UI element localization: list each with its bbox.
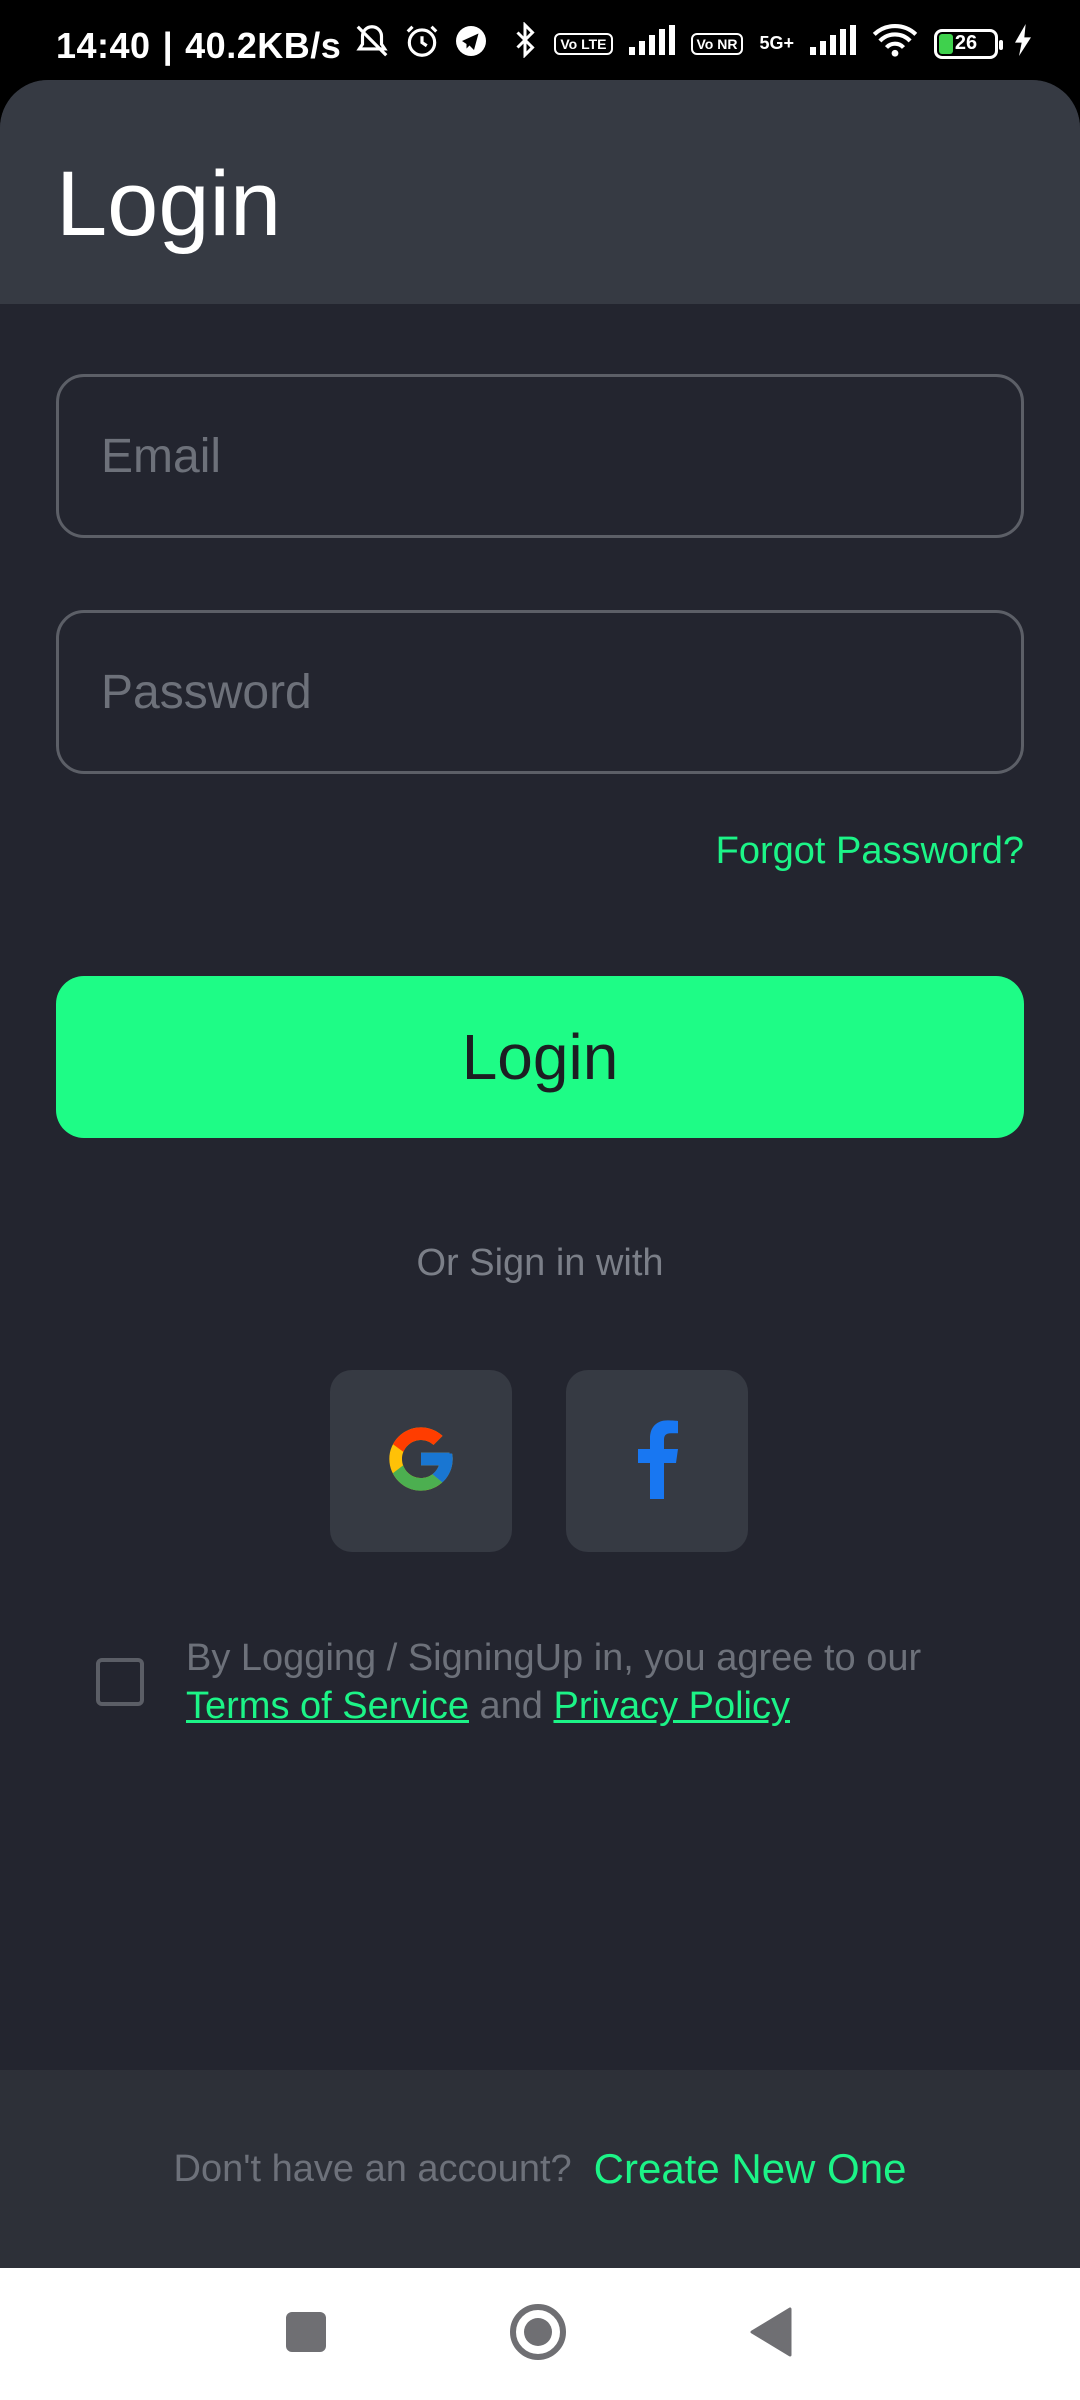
battery-level: 26 <box>954 32 978 54</box>
google-sign-in-button[interactable] <box>330 1370 512 1552</box>
no-account-text: Don't have an account? <box>173 2147 572 2190</box>
terms-checkbox[interactable] <box>96 1658 144 1706</box>
bluetooth-icon <box>512 21 538 65</box>
bell-muted-icon <box>353 22 391 69</box>
volte-badge: Vo LTE <box>554 32 613 55</box>
signal-icon <box>628 25 675 62</box>
terms-text: By Logging / SigningUp in, you agree to … <box>186 1634 1006 1730</box>
status-speed: 40.2KB/s <box>185 24 342 66</box>
square-icon <box>285 2311 327 2358</box>
status-bar: 14:40 | 40.2KB/s Vo LTE Vo NR 5G+ 26 <box>0 0 1080 80</box>
privacy-policy-link[interactable]: Privacy Policy <box>554 1685 791 1727</box>
or-sign-in-label: Or Sign in with <box>416 1242 664 1284</box>
login-screen: Login Forgot Password? Login Or Sign in … <box>0 80 1080 2268</box>
back-button[interactable] <box>738 2302 802 2366</box>
status-time: 14:40 <box>56 24 151 66</box>
facebook-sign-in-button[interactable] <box>566 1370 748 1552</box>
google-icon <box>383 1421 459 1502</box>
telegram-icon <box>453 23 489 68</box>
terms-of-service-link[interactable]: Terms of Service <box>186 1685 469 1727</box>
navigation-bar <box>0 2268 1080 2400</box>
facebook-icon <box>634 1419 680 1504</box>
terms-prefix: By Logging / SigningUp in, you agree to … <box>186 1637 922 1679</box>
signal-icon-2 <box>810 25 856 62</box>
network-type: 5G+ <box>759 33 794 53</box>
login-button[interactable]: Login <box>56 976 1024 1138</box>
app-header: Login <box>0 80 1080 304</box>
vonr-badge: Vo NR <box>690 32 744 55</box>
circle-icon <box>509 2303 567 2366</box>
create-account-link[interactable]: Create New One <box>594 2145 907 2193</box>
page-title: Login <box>56 153 282 255</box>
triangle-back-icon <box>748 2307 792 2362</box>
status-separator: | <box>162 24 174 66</box>
password-input[interactable] <box>56 610 1024 774</box>
charging-icon <box>1014 24 1032 63</box>
status-left: 14:40 | 40.2KB/s <box>56 22 489 69</box>
wifi-icon <box>872 23 918 64</box>
email-input[interactable] <box>56 374 1024 538</box>
signup-footer: Don't have an account? Create New One <box>0 2070 1080 2268</box>
home-button[interactable] <box>506 2302 570 2366</box>
recent-apps-button[interactable] <box>274 2302 338 2366</box>
alarm-icon <box>403 22 441 69</box>
forgot-password-link[interactable]: Forgot Password? <box>716 830 1024 873</box>
terms-and: and <box>479 1685 543 1727</box>
battery-icon: 26 <box>934 28 1003 59</box>
status-right: Vo LTE Vo NR 5G+ 26 <box>512 21 1032 65</box>
